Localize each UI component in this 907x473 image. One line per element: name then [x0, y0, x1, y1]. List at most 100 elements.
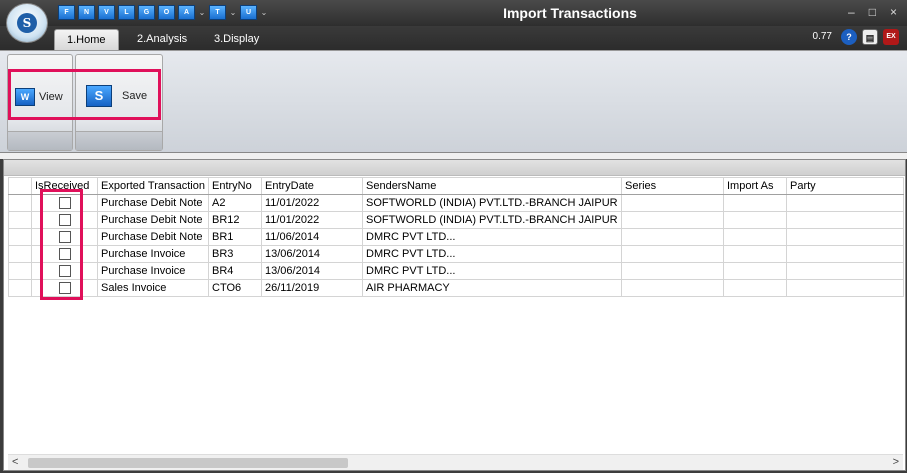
tab-analysis[interactable]: 2.Analysis — [125, 29, 199, 50]
qat-u-button[interactable]: U — [240, 5, 257, 20]
app-logo-letter: S — [17, 13, 37, 33]
cell-import-as[interactable] — [723, 279, 787, 297]
column-header[interactable]: Party — [786, 177, 904, 195]
cell-transaction[interactable]: Sales Invoice — [97, 279, 209, 297]
exit-icon[interactable]: EX — [883, 29, 899, 45]
minimize-button[interactable]: – — [848, 5, 855, 19]
cell-entry-date[interactable]: 13/06/2014 — [261, 262, 363, 280]
top-right-icons: ? ▤ EX — [841, 29, 899, 45]
cell-entry-date[interactable]: 11/01/2022 — [261, 211, 363, 229]
dropdown-arrow-icon[interactable]: ⌄ — [260, 8, 268, 17]
ribbon-tab-bar: 1.Home 2.Analysis 3.Display — [0, 26, 907, 50]
cell-series[interactable] — [621, 262, 724, 280]
cell-import-as[interactable] — [723, 228, 787, 246]
cell-series[interactable] — [621, 245, 724, 263]
qat-t-button[interactable]: T — [209, 5, 226, 20]
cell-series[interactable] — [621, 279, 724, 297]
cell-transaction[interactable]: Purchase Debit Note — [97, 228, 209, 246]
cell-series[interactable] — [621, 194, 724, 212]
table-row[interactable]: Purchase Invoice BR3 13/06/2014 DMRC PVT LT… — [8, 245, 904, 263]
cell-entry-date[interactable]: 11/01/2022 — [261, 194, 363, 212]
cell-entry-no[interactable]: A2 — [208, 194, 262, 212]
row-selector[interactable] — [8, 194, 32, 212]
cell-entry-date[interactable]: 26/11/2019 — [261, 279, 363, 297]
cell-import-as[interactable] — [723, 262, 787, 280]
row-selector[interactable] — [8, 245, 32, 263]
cell-entry-no[interactable]: CTO6 — [208, 279, 262, 297]
help-icon[interactable]: ? — [841, 29, 857, 45]
row-selector[interactable] — [8, 262, 32, 280]
dropdown-arrow-icon[interactable]: ⌄ — [229, 8, 237, 17]
row-selector[interactable] — [8, 211, 32, 229]
cell-import-as[interactable] — [723, 194, 787, 212]
tab-home[interactable]: 1.Home — [54, 29, 119, 50]
qat-v-button[interactable]: V — [98, 5, 115, 20]
column-header[interactable]: EntryNo — [208, 177, 262, 195]
cell-entry-date[interactable]: 13/06/2014 — [261, 245, 363, 263]
maximize-button[interactable]: □ — [869, 5, 876, 19]
cell-import-as[interactable] — [723, 211, 787, 229]
cell-party[interactable] — [786, 211, 904, 229]
cell-series[interactable] — [621, 211, 724, 229]
cell-party[interactable] — [786, 279, 904, 297]
transactions-pane: IsReceived Exported Transaction EntryNo Ent… — [3, 159, 906, 471]
table-row[interactable]: Purchase Debit Note BR12 11/01/2022 SOFTWOR… — [8, 211, 904, 229]
scroll-left-button[interactable]: < — [12, 456, 18, 468]
calculator-icon[interactable]: ▤ — [862, 29, 878, 45]
table-header-row: IsReceived Exported Transaction EntryNo Ent… — [8, 177, 904, 195]
tab-display[interactable]: 3.Display — [202, 29, 271, 50]
column-header[interactable]: Series — [621, 177, 724, 195]
cell-party[interactable] — [786, 245, 904, 263]
dropdown-arrow-icon[interactable]: ⌄ — [198, 8, 206, 17]
close-button[interactable]: × — [890, 5, 897, 19]
cell-sender[interactable]: SOFTWORLD (INDIA) PVT.LTD.-BRANCH JAIPUR — [362, 211, 622, 229]
highlight-box-isreceived — [40, 189, 83, 300]
qat-f-button[interactable]: F — [58, 5, 75, 20]
cell-entry-no[interactable]: BR1 — [208, 228, 262, 246]
cell-party[interactable] — [786, 228, 904, 246]
row-selector[interactable] — [8, 228, 32, 246]
qat-n-button[interactable]: N — [78, 5, 95, 20]
cell-party[interactable] — [786, 194, 904, 212]
qat-o-button[interactable]: O — [158, 5, 175, 20]
column-header[interactable]: Exported Transaction — [97, 177, 209, 195]
cell-series[interactable] — [621, 228, 724, 246]
pane-header — [4, 160, 905, 176]
table-row[interactable]: Purchase Debit Note A2 11/01/2022 SOFTWORLD… — [8, 194, 904, 212]
cell-transaction[interactable]: Purchase Debit Note — [97, 194, 209, 212]
cell-transaction[interactable]: Purchase Debit Note — [97, 211, 209, 229]
window-title: Import Transactions — [503, 5, 637, 21]
cell-sender[interactable]: DMRC PVT LTD... — [362, 262, 622, 280]
cell-transaction[interactable]: Purchase Invoice — [97, 262, 209, 280]
cell-entry-no[interactable]: BR4 — [208, 262, 262, 280]
highlight-box-ribbon — [8, 69, 161, 120]
table-row[interactable]: Purchase Debit Note BR1 11/06/2014 DMRC PVT… — [8, 228, 904, 246]
app-logo-button[interactable]: S — [6, 3, 48, 43]
scroll-right-button[interactable]: > — [893, 456, 899, 468]
column-header[interactable]: EntryDate — [261, 177, 363, 195]
ribbon-panel: W View S Save — [0, 50, 907, 153]
horizontal-scrollbar[interactable]: < > — [8, 454, 903, 470]
scroll-thumb[interactable] — [28, 458, 348, 468]
cell-sender[interactable]: DMRC PVT LTD... — [362, 245, 622, 263]
qat-l-button[interactable]: L — [118, 5, 135, 20]
cell-transaction[interactable]: Purchase Invoice — [97, 245, 209, 263]
cell-entry-no[interactable]: BR3 — [208, 245, 262, 263]
ribbon-group-footer — [8, 131, 72, 150]
column-header[interactable]: SendersName — [362, 177, 622, 195]
table-row[interactable]: Purchase Invoice BR4 13/06/2014 DMRC PVT LT… — [8, 262, 904, 280]
qat-g-button[interactable]: G — [138, 5, 155, 20]
cell-sender[interactable]: AIR PHARMACY — [362, 279, 622, 297]
cell-import-as[interactable] — [723, 245, 787, 263]
cell-entry-no[interactable]: BR12 — [208, 211, 262, 229]
cell-sender[interactable]: DMRC PVT LTD... — [362, 228, 622, 246]
table-row[interactable]: Sales Invoice CTO6 26/11/2019 AIR PHARMACY — [8, 279, 904, 297]
cell-party[interactable] — [786, 262, 904, 280]
column-header[interactable]: Import As — [723, 177, 787, 195]
row-selector-header — [8, 177, 32, 195]
row-selector[interactable] — [8, 279, 32, 297]
qat-a-button[interactable]: A — [178, 5, 195, 20]
quick-access-toolbar: F N V L G O A ⌄ T ⌄ U ⌄ — [58, 5, 268, 20]
cell-sender[interactable]: SOFTWORLD (INDIA) PVT.LTD.-BRANCH JAIPUR — [362, 194, 622, 212]
cell-entry-date[interactable]: 11/06/2014 — [261, 228, 363, 246]
